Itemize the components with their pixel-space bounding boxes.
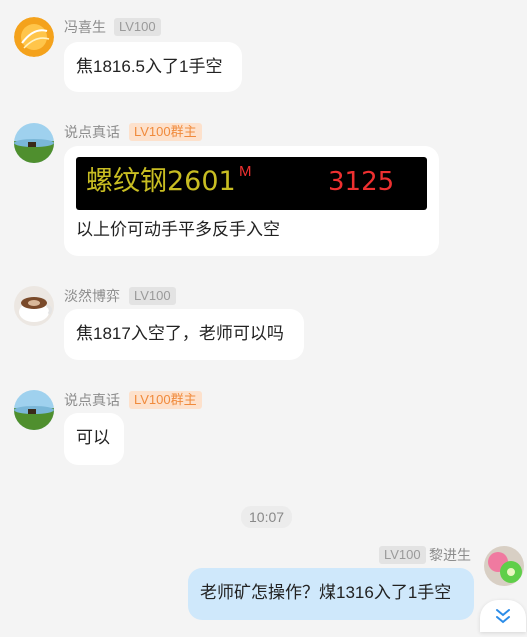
ticker-name: 螺纹钢2601 (86, 166, 236, 197)
message-bubble[interactable]: 焦1816.5入了1手空 (64, 42, 242, 92)
sender-name: 淡然博弈 (64, 288, 120, 304)
flower-avatar-icon (484, 546, 524, 586)
self-message-bubble[interactable]: 老师矿怎操作？煤1316入了1手空 (188, 568, 474, 620)
avatar[interactable] (14, 17, 54, 57)
sender-name: 冯喜生 (64, 19, 106, 35)
message-text: 老师矿怎操作？煤1316入了1手空 (200, 583, 452, 602)
time-divider: 10:07 (241, 506, 293, 528)
level-badge: LV100 (129, 287, 176, 305)
orange-avatar-icon (14, 17, 54, 57)
message-bubble[interactable]: 可以 (64, 413, 124, 465)
ticker-flag: M (239, 163, 252, 180)
sender-name: 黎进生 (429, 547, 471, 563)
double-chevron-down-icon (496, 609, 510, 624)
landscape-avatar-icon (14, 123, 54, 163)
coffee-cup-avatar-icon (14, 286, 54, 326)
avatar[interactable] (14, 390, 54, 430)
message-text: 焦1816.5入了1手空 (76, 57, 223, 76)
landscape-avatar-icon (14, 390, 54, 430)
avatar[interactable] (14, 286, 54, 326)
ticker-price: 3125 (328, 167, 395, 197)
sender-name: 说点真话 (64, 392, 120, 408)
sender-name: 说点真话 (64, 124, 120, 140)
owner-badge: LV100群主 (129, 123, 202, 141)
message-bubble[interactable]: 螺纹钢2601 M 3125 以上价可动手平多反手入空 (64, 146, 439, 256)
level-badge: LV100 (114, 18, 161, 36)
avatar[interactable] (484, 546, 524, 586)
message-bubble[interactable]: 焦1817入空了，老师可以吗 (64, 309, 304, 360)
level-badge: LV100 (379, 546, 426, 564)
avatar[interactable] (14, 123, 54, 163)
scroll-to-bottom-button[interactable] (480, 600, 526, 632)
message-text: 可以 (76, 428, 110, 447)
message-text: 焦1817入空了，老师可以吗 (76, 324, 284, 343)
owner-badge: LV100群主 (129, 391, 202, 409)
futures-ticker-image[interactable]: 螺纹钢2601 M 3125 (76, 157, 427, 210)
message-text: 以上价可动手平多反手入空 (76, 220, 280, 239)
